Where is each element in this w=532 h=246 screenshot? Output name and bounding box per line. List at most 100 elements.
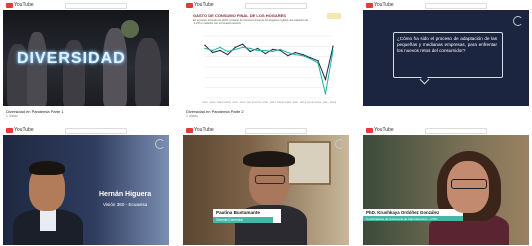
data-point [234, 46, 236, 49]
video-frame[interactable]: DIVERSIDAD [3, 10, 169, 106]
data-point [302, 54, 304, 57]
video-tile-3[interactable]: YouTube ¿Cómo ha sido el proceso de adap… [363, 1, 529, 120]
video-frame[interactable]: PhD. Krushkaya Ordóñez González Coordina… [363, 135, 529, 245]
x-tick-label: 2016.II [209, 102, 216, 104]
data-point [294, 51, 297, 54]
line-chart: 2016.I 2016.II 2016.III 2016.IV 2017.I 2017.I… [202, 35, 337, 104]
data-point [241, 46, 244, 49]
speaker-name: Paulina Bustamante [216, 210, 260, 215]
data-point [249, 47, 251, 50]
youtube-header: YouTube [363, 126, 529, 134]
x-tick-label: 2017.IV [254, 102, 262, 104]
x-tick-label: 2017.I [232, 102, 238, 104]
youtube-brand: YouTube [374, 2, 394, 8]
data-point [257, 47, 259, 50]
question-text: ¿Cómo ha sido el proceso de adaptación d… [397, 36, 497, 53]
chart-slide: GASTO DE CONSUMO FINAL DE LOS HOGARES En… [183, 10, 349, 106]
x-tick-label: 2018.IV [284, 102, 292, 104]
x-tick-label: 2017.II [240, 102, 247, 104]
youtube-brand: YouTube [194, 2, 214, 8]
youtube-header: YouTube [183, 1, 349, 9]
x-tick-label: 2016.III [217, 102, 224, 104]
search-input[interactable] [245, 3, 307, 9]
data-point [257, 49, 259, 52]
data-point [324, 93, 327, 95]
data-point [226, 53, 229, 56]
data-point [317, 62, 319, 64]
speaker-name: PhD. Krushkaya Ordóñez González [366, 210, 440, 215]
youtube-logo-icon [6, 128, 13, 133]
x-tick-label: 2017.III [247, 102, 254, 104]
search-input[interactable] [65, 3, 127, 9]
overlay-title: DIVERSIDAD [17, 50, 126, 67]
youtube-logo-icon [6, 3, 13, 8]
data-point [317, 60, 319, 62]
speaker-role: Visión 360 - Ecuavisa [103, 202, 148, 207]
youtube-brand: YouTube [374, 127, 394, 133]
video-tile-2[interactable]: YouTube GASTO DE CONSUMO FINAL DE LOS HO… [183, 1, 349, 120]
youtube-header: YouTube [183, 126, 349, 134]
speaker-hair [243, 151, 295, 167]
youtube-header: YouTube [3, 126, 169, 134]
x-tick-label: 2019.II [300, 102, 307, 104]
youtube-brand: YouTube [194, 127, 214, 133]
data-point [264, 49, 266, 52]
youtube-brand: YouTube [14, 2, 34, 8]
youtube-logo-icon [366, 128, 373, 133]
data-point [249, 50, 251, 53]
data-point [204, 44, 206, 46]
data-point [204, 47, 206, 50]
video-tile-5[interactable]: YouTube Paulina Bustamante Gerente Comer… [183, 126, 349, 245]
speaker-name: Hernán Higuera [99, 191, 152, 198]
data-point [294, 53, 297, 56]
data-point [324, 78, 327, 81]
youtube-logo-icon [186, 3, 193, 8]
data-point [279, 48, 281, 51]
data-point [219, 49, 221, 52]
video-frame[interactable]: ¿Cómo ha sido el proceso de adaptación d… [363, 10, 529, 106]
search-input[interactable] [245, 128, 307, 134]
data-point [272, 48, 274, 51]
x-tick-label: 2019.IV [314, 102, 322, 104]
brand-c-icon [155, 139, 165, 149]
x-tick-label: 2019.I [293, 102, 299, 104]
video-tile-4[interactable]: YouTube Hernán Higuera Visión 360 - Ecua… [3, 126, 169, 245]
data-point [219, 46, 221, 49]
data-point [332, 45, 334, 48]
speaker-role: Gerente Comercial [216, 217, 243, 222]
x-tick-label: 2016.I [202, 102, 208, 104]
x-tick-label: 2016.IV [224, 102, 232, 104]
video-tile-1[interactable]: YouTube DIVERSIDAD Diversidad en Pandemi… [3, 1, 169, 120]
video-views: 1 vistas [6, 114, 18, 118]
x-tick-label: 2018.II [270, 102, 277, 104]
search-input[interactable] [65, 128, 127, 134]
x-tick-label: 2018.I [262, 102, 268, 104]
brand-c-icon [513, 16, 523, 26]
youtube-header: YouTube [3, 1, 169, 9]
youtube-header: YouTube [363, 1, 529, 9]
data-point [264, 52, 266, 55]
x-tick-label: 2020.II [330, 102, 337, 104]
data-point [332, 49, 334, 52]
search-input[interactable] [425, 128, 487, 134]
video-tile-6[interactable]: YouTube PhD. Krushkaya Ordóñez González … [363, 126, 529, 245]
data-point [211, 51, 214, 54]
data-point [234, 48, 236, 51]
speaker-role: Coordinadora de la Escuela de Administra… [366, 216, 438, 221]
data-point [241, 43, 244, 45]
series-line-2 [204, 46, 334, 94]
data-point [211, 49, 214, 52]
video-frame[interactable]: Hernán Higuera Visión 360 - Ecuavisa [3, 135, 169, 245]
x-tick-label: 2020.I [323, 102, 329, 104]
brand-c-icon [335, 139, 345, 149]
speaker-hair [29, 161, 65, 175]
search-input[interactable] [425, 3, 487, 9]
data-point [226, 50, 229, 53]
x-tick-label: 2019.III [307, 102, 314, 104]
video-frame[interactable]: GASTO DE CONSUMO FINAL DE LOS HOGARES En… [183, 10, 349, 106]
data-point [287, 51, 289, 54]
video-frame[interactable]: Paulina Bustamante Gerente Comercial [183, 135, 349, 245]
data-point [287, 54, 289, 57]
x-tick-label: 2018.III [277, 102, 284, 104]
video-views: 1 vistas [186, 114, 198, 118]
